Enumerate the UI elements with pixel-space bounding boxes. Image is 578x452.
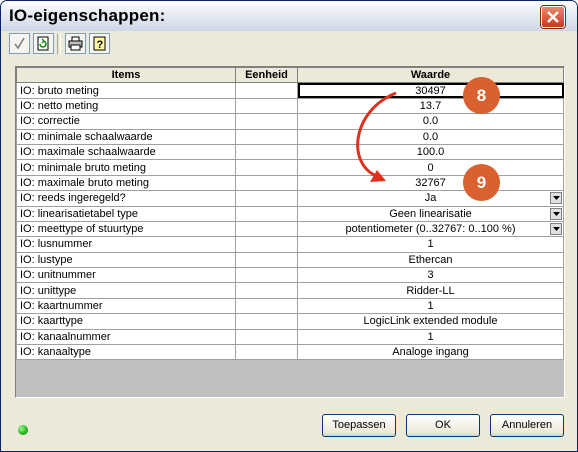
apply-button[interactable]: Toepassen xyxy=(322,414,396,437)
ok-button[interactable]: OK xyxy=(406,414,480,437)
annotation-arrow xyxy=(356,91,397,182)
status-light-icon xyxy=(18,425,28,435)
cancel-button[interactable]: Annuleren xyxy=(490,414,564,437)
annotation-badge-8: 8 xyxy=(463,77,500,114)
annotation-badge-9: 9 xyxy=(463,164,500,201)
annotation-arrow-head xyxy=(370,170,386,182)
annotation-arrow-curve xyxy=(356,91,397,179)
io-properties-window: IO-eigenschappen: ? Items Eenheid Waarde… xyxy=(0,0,578,452)
